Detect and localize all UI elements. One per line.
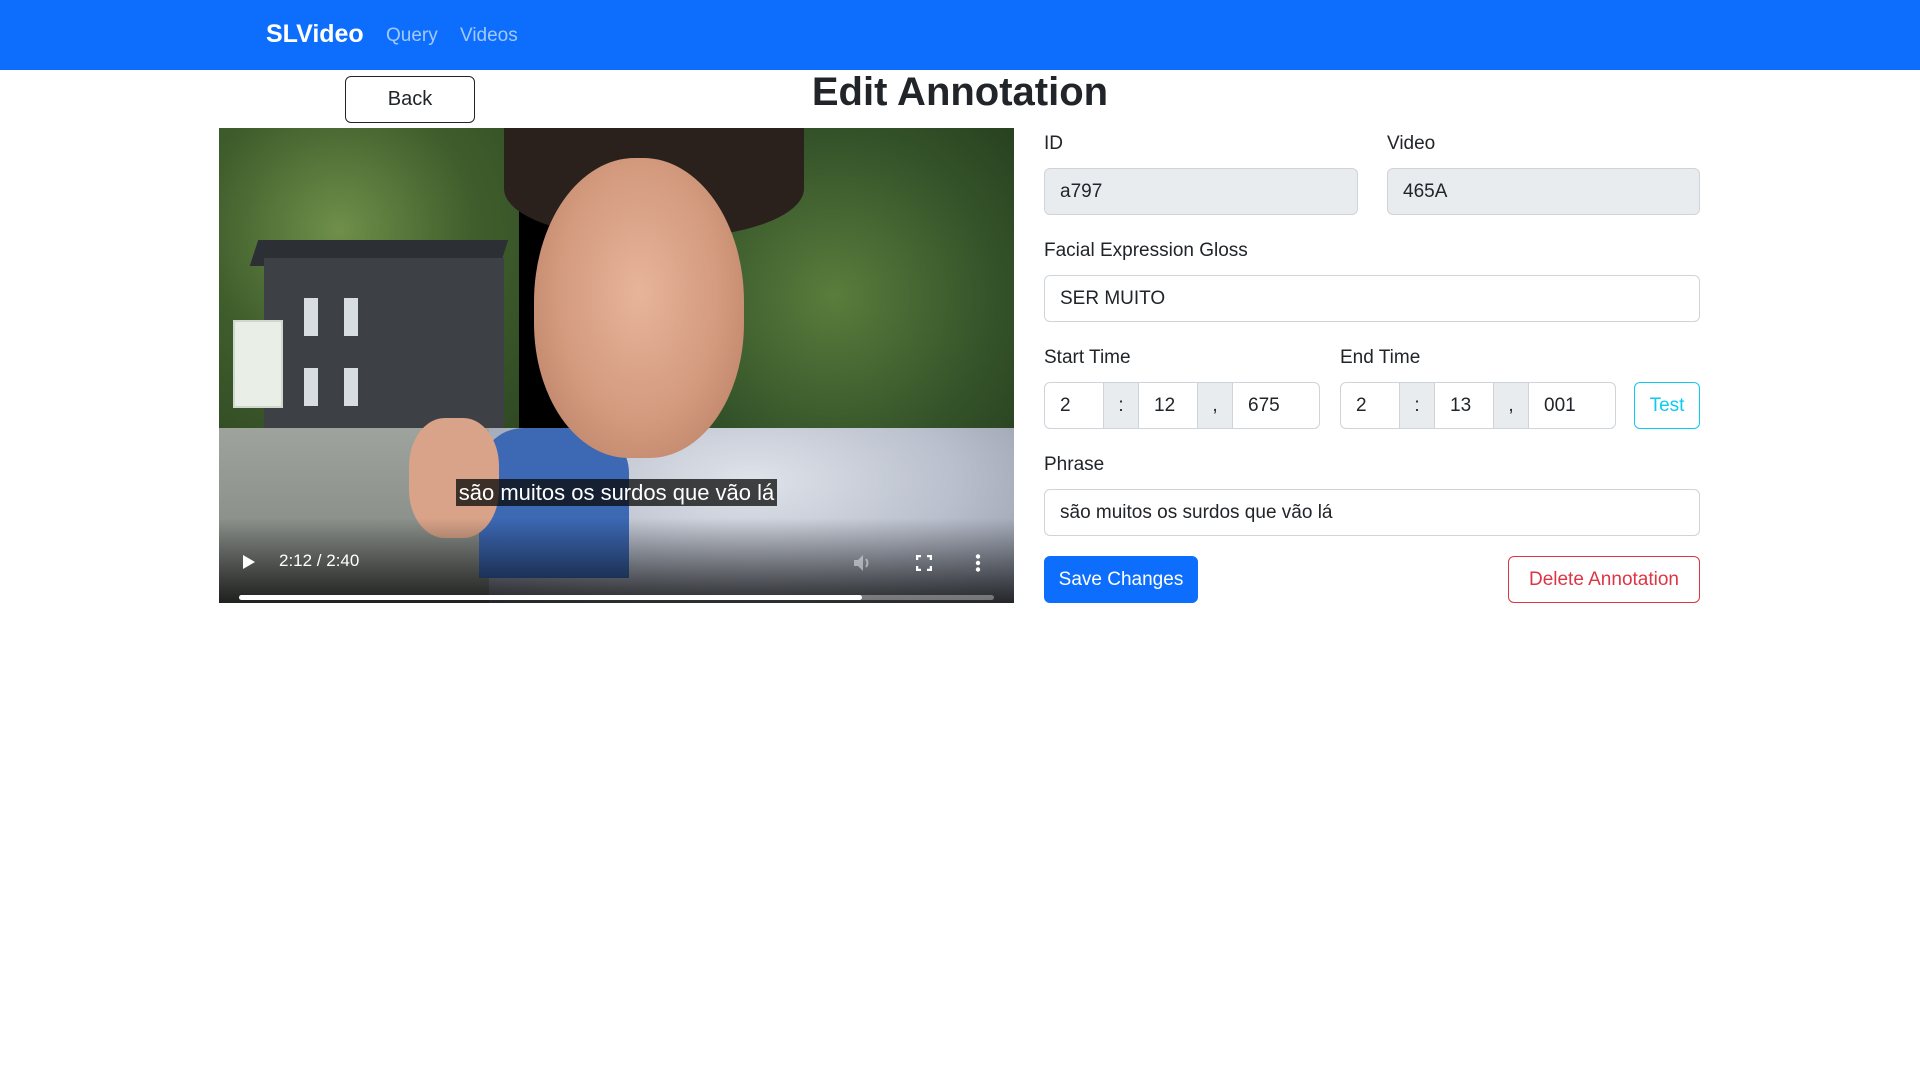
end-time-label: End Time <box>1340 347 1421 368</box>
start-millis-input[interactable]: 675 <box>1232 382 1320 429</box>
end-minutes-input[interactable]: 2 <box>1340 382 1400 429</box>
start-time-label: Start Time <box>1044 347 1131 368</box>
volume-icon[interactable] <box>853 554 873 572</box>
start-minutes-input[interactable]: 2 <box>1044 382 1104 429</box>
gloss-label: Facial Expression Gloss <box>1044 240 1248 261</box>
id-label: ID <box>1044 133 1063 154</box>
time-display: 2:12 / 2:40 <box>279 551 360 570</box>
start-seconds-input[interactable]: 12 <box>1138 382 1198 429</box>
gloss-field[interactable]: SER MUITO <box>1044 275 1700 322</box>
video-subtitle: são muitos os surdos que vão lá <box>219 479 1014 506</box>
end-time-input-group: 2 : 13 , 001 <box>1340 382 1616 429</box>
video-controls: 2:12 / 2:40 <box>219 518 1014 603</box>
video-progress-fill <box>239 595 862 600</box>
end-seconds-input[interactable]: 13 <box>1434 382 1494 429</box>
start-comma-separator: , <box>1197 382 1233 429</box>
video-progress-bar[interactable] <box>239 595 994 600</box>
more-options-icon[interactable] <box>975 554 981 572</box>
end-comma-separator: , <box>1493 382 1529 429</box>
delete-annotation-button[interactable]: Delete Annotation <box>1508 556 1700 603</box>
end-millis-input[interactable]: 001 <box>1528 382 1616 429</box>
phrase-label: Phrase <box>1044 454 1105 475</box>
id-field: a797 <box>1044 168 1358 215</box>
fullscreen-icon[interactable] <box>916 555 932 571</box>
play-icon[interactable] <box>243 555 255 569</box>
start-colon-separator: : <box>1103 382 1139 429</box>
video-field: 465A <box>1387 168 1700 215</box>
video-label: Video <box>1387 133 1436 154</box>
nav-link-videos[interactable]: Videos <box>460 25 518 47</box>
subtitle-text: são muitos os surdos que vão lá <box>455 479 778 506</box>
start-time-input-group: 2 : 12 , 675 <box>1044 382 1320 429</box>
test-button[interactable]: Test <box>1634 382 1700 429</box>
save-changes-button[interactable]: Save Changes <box>1044 556 1198 603</box>
page-title: Edit Annotation <box>811 70 1109 114</box>
top-navbar: SLVideo Query Videos <box>0 0 1920 70</box>
nav-link-query[interactable]: Query <box>386 25 438 47</box>
end-colon-separator: : <box>1399 382 1435 429</box>
video-player[interactable]: são muitos os surdos que vão lá 2:12 / 2… <box>219 128 1014 603</box>
brand-logo[interactable]: SLVideo <box>266 20 364 49</box>
phrase-field[interactable]: são muitos os surdos que vão lá <box>1044 489 1700 536</box>
